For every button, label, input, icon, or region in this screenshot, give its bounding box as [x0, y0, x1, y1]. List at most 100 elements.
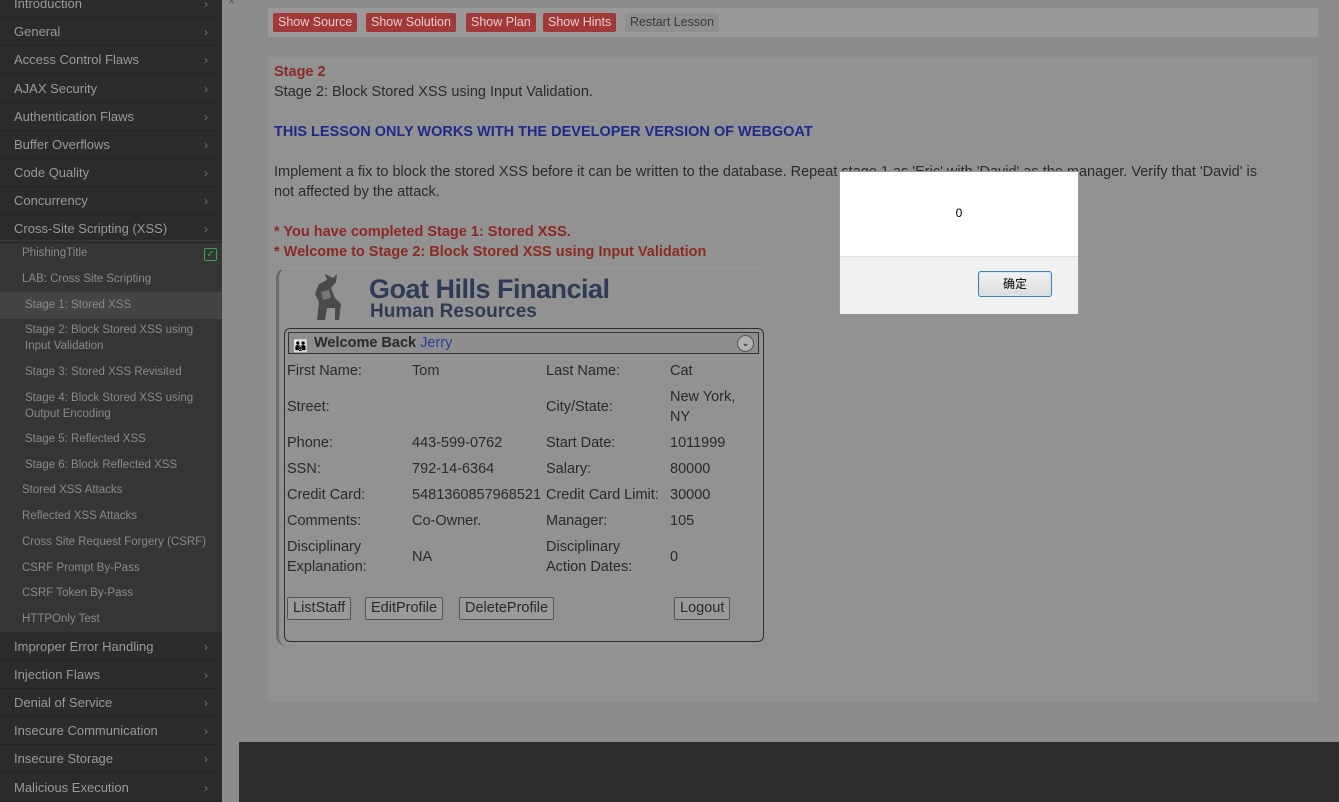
instructions-line1: Implement a fix to block the stored XSS …	[274, 164, 1257, 180]
sidebar-item-label: CSRF Prompt By-Pass	[22, 562, 140, 574]
city-label: City/State:	[546, 399, 613, 415]
sidebar-category-xss[interactable]: Cross-Site Scripting (XSS) ›	[0, 215, 222, 243]
sidebar-category-label: Insecure Storage	[14, 751, 114, 766]
chevron-right-icon: ›	[204, 222, 208, 236]
welcome-user: Jerry	[420, 335, 453, 351]
sidebar-category-label: Code Quality	[14, 165, 90, 180]
chevron-right-icon: ›	[204, 138, 208, 152]
welcome-bar: 👪 Welcome Back Jerry ⌄	[288, 332, 759, 354]
alert-message: 0	[955, 206, 963, 220]
sidebar-item-stage1[interactable]: Stage 1: Stored XSS	[0, 292, 222, 319]
disc-dates-value: 0	[670, 549, 679, 565]
chevron-right-icon: ›	[204, 724, 208, 738]
sidebar-item-stored-xss-attacks[interactable]: Stored XSS Attacks	[0, 482, 222, 498]
ssn-label: SSN:	[287, 461, 321, 477]
logout-button[interactable]: Logout	[674, 597, 731, 620]
sidebar-category-label: Denial of Service	[14, 695, 113, 710]
sidebar-category-authentication[interactable]: Authentication Flaws ›	[0, 103, 222, 131]
sidebar-item-label: Stage 3: Stored XSS Revisited	[25, 366, 182, 378]
sidebar-category-insecure-comm[interactable]: Insecure Communication ›	[0, 717, 222, 745]
instructions-line2: not affected by the attack.	[274, 184, 440, 200]
sidebar-item-stage2[interactable]: Stage 2: Block Stored XSS using Input Va…	[0, 322, 222, 354]
sidebar-item-stage6[interactable]: Stage 6: Block Reflected XSS	[0, 457, 222, 473]
sidebar-category-code-quality[interactable]: Code Quality ›	[0, 159, 222, 187]
sidebar-item-label: Stored XSS Attacks	[22, 484, 123, 496]
sidebar-category-label: Concurrency	[14, 193, 88, 208]
app-logo-subtitle: Human Resources	[370, 301, 537, 322]
start-date-label: Start Date:	[546, 435, 616, 451]
show-solution-button[interactable]: Show Solution	[366, 13, 456, 32]
disc-dates-label-1: Disciplinary	[546, 539, 621, 555]
welcome-stage-message: * Welcome to Stage 2: Block Stored XSS u…	[274, 244, 707, 260]
sidebar-item-label: Stage 2: Block Stored XSS using Input Va…	[25, 324, 194, 352]
chevron-right-icon: ›	[204, 194, 208, 208]
sidebar-category-label: Cross-Site Scripting (XSS)	[14, 221, 168, 236]
show-source-button[interactable]: Show Source	[273, 13, 358, 32]
close-icon[interactable]: ×	[228, 0, 235, 8]
sidebar-item-label: Stage 5: Reflected XSS	[25, 433, 146, 445]
sidebar-item-label: HTTPOnly Test	[22, 613, 100, 625]
list-staff-button[interactable]: ListStaff	[287, 597, 352, 620]
sidebar-category-introduction[interactable]: Introduction ›	[0, 0, 222, 18]
chevron-right-icon: ›	[204, 781, 208, 795]
sidebar-item-label: Stage 1: Stored XSS	[25, 299, 132, 311]
sidebar-item-reflected-xss-attacks[interactable]: Reflected XSS Attacks	[0, 508, 222, 524]
sidebar-category-error-handling[interactable]: Improper Error Handling ›	[0, 633, 222, 661]
chevron-right-icon: ›	[204, 668, 208, 682]
sidebar-category-label: Authentication Flaws	[14, 109, 134, 124]
delete-profile-button[interactable]: DeleteProfile	[459, 597, 555, 620]
sidebar-category-insecure-storage[interactable]: Insecure Storage ›	[0, 745, 222, 773]
ok-button[interactable]: 确定	[978, 271, 1052, 297]
show-plan-button[interactable]: Show Plan	[466, 13, 536, 32]
welcome-prefix: Welcome Back	[314, 335, 417, 351]
sidebar-item-httponly[interactable]: HTTPOnly Test	[0, 611, 222, 627]
sidebar-item-csrf-token[interactable]: CSRF Token By-Pass	[0, 585, 222, 601]
page-footer	[239, 742, 1339, 802]
sidebar-item-stage3[interactable]: Stage 3: Stored XSS Revisited	[0, 364, 222, 380]
sidebar-item-phishing[interactable]: PhishingTitle ✓	[0, 245, 222, 261]
chevron-down-icon[interactable]: ⌄	[737, 335, 754, 352]
sidebar-item-label: Stage 6: Block Reflected XSS	[25, 459, 178, 471]
edit-profile-button[interactable]: EditProfile	[365, 597, 444, 620]
manager-label: Manager:	[546, 513, 608, 529]
city-value-line2: NY	[670, 409, 691, 425]
chevron-right-icon: ›	[204, 0, 208, 11]
people-icon: 👪	[293, 339, 308, 353]
sidebar-category-access-control[interactable]: Access Control Flaws ›	[0, 46, 222, 74]
disc-explanation-value: NA	[412, 549, 433, 565]
sidebar-item-stage4[interactable]: Stage 4: Block Stored XSS using Output E…	[0, 390, 222, 422]
sidebar-item-stage5[interactable]: Stage 5: Reflected XSS	[0, 431, 222, 447]
sidebar-category-ajax[interactable]: AJAX Security ›	[0, 75, 222, 103]
show-hints-button[interactable]: Show Hints	[543, 13, 617, 32]
sidebar-category-concurrency[interactable]: Concurrency ›	[0, 187, 222, 215]
chevron-right-icon: ›	[204, 53, 208, 67]
last-name-value: Cat	[670, 363, 693, 379]
sidebar-category-label: Access Control Flaws	[14, 52, 139, 67]
comments-value: Co-Owner.	[412, 513, 482, 529]
disc-explanation-label-2: Explanation:	[287, 559, 367, 575]
sidebar-category-dos[interactable]: Denial of Service ›	[0, 689, 222, 717]
sidebar-category-label: Malicious Execution	[14, 780, 129, 795]
stage-title: Stage 2: Block Stored XSS using Input Va…	[274, 84, 593, 100]
sidebar-item-csrf-prompt[interactable]: CSRF Prompt By-Pass	[0, 560, 222, 576]
sidebar-item-csrf[interactable]: Cross Site Request Forgery (CSRF)	[0, 534, 222, 550]
sidebar-category-buffer-overflows[interactable]: Buffer Overflows ›	[0, 131, 222, 159]
sidebar-item-lab-xss[interactable]: LAB: Cross Site Scripting	[0, 271, 222, 287]
restart-lesson-button[interactable]: Restart Lesson	[625, 13, 720, 32]
stage-heading: Stage 2	[274, 64, 326, 80]
start-date-value: 1011999	[670, 435, 726, 451]
salary-label: Salary:	[546, 461, 592, 477]
sidebar-category-general[interactable]: General ›	[0, 18, 222, 46]
sidebar-item-label: CSRF Token By-Pass	[22, 587, 133, 599]
last-name-label: Last Name:	[546, 363, 621, 379]
sidebar-category-malicious-exec[interactable]: Malicious Execution ›	[0, 774, 222, 802]
chevron-right-icon: ›	[204, 82, 208, 96]
disc-explanation-label-1: Disciplinary	[287, 539, 362, 555]
sidebar-category-injection[interactable]: Injection Flaws ›	[0, 661, 222, 689]
sidebar-category-label: Introduction	[14, 0, 82, 11]
credit-card-label: Credit Card:	[287, 487, 366, 503]
credit-limit-value: 30000	[670, 487, 711, 503]
sidebar-category-label: Insecure Communication	[14, 723, 158, 738]
comments-label: Comments:	[287, 513, 362, 529]
chevron-right-icon: ›	[204, 640, 208, 654]
